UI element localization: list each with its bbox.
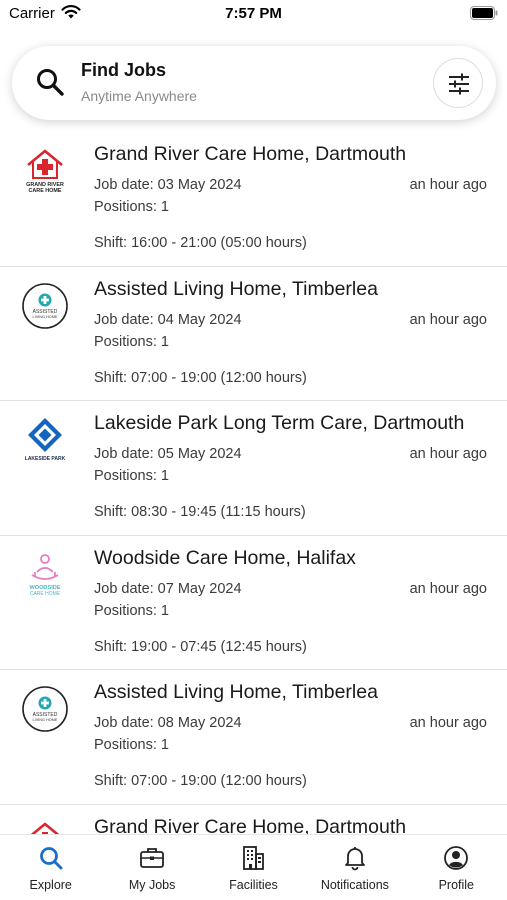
job-title: Grand River Care Home, Dartmouth (94, 143, 407, 165)
search-title: Find Jobs (81, 60, 166, 80)
job-positions: Positions: 1 (94, 199, 169, 215)
job-posted-time: an hour ago (409, 715, 487, 731)
building-icon (243, 846, 265, 870)
job-shift: Shift: 16:00 - 21:00 (05:00 hours) (94, 235, 307, 251)
tab-bar: Explore My Jobs Facilities Notifications (0, 834, 507, 900)
tab-explore[interactable]: Explore (0, 835, 101, 900)
sliders-icon (449, 73, 469, 95)
job-posted-time: an hour ago (409, 580, 487, 597)
job-card[interactable]: ASSISTED LIVING HOME Assisted Living Hom… (0, 267, 507, 401)
tab-my-jobs[interactable]: My Jobs (101, 835, 202, 900)
tab-label: Notifications (320, 878, 389, 892)
job-list[interactable]: GRAND RIVER CARE HOME Grand River Care H… (0, 132, 507, 834)
job-shift: Shift: 07:00 - 19:00 (12:00 hours) (94, 369, 307, 386)
briefcase-icon (140, 848, 164, 868)
job-title: Assisted Living Home, Timberlea (94, 681, 378, 703)
svg-text:LIVING HOME: LIVING HOME (33, 718, 58, 722)
lakeside-park-logo: LAKESIDE PARK (18, 413, 72, 467)
job-title: Lakeside Park Long Term Care, Dartmouth (94, 412, 465, 434)
job-card[interactable]: WOODSIDE CARE HOME Woodside Care Home, H… (0, 536, 507, 670)
job-card[interactable]: ASSISTED LIVING HOME Assisted Living Hom… (0, 670, 507, 805)
job-card[interactable]: LAKESIDE PARK Lakeside Park Long Term Ca… (0, 401, 507, 536)
tab-label: My Jobs (128, 878, 176, 892)
assisted-living-logo: ASSISTED LIVING HOME (18, 682, 72, 736)
job-card[interactable]: Grand River Care Home, Dartmouth (0, 805, 507, 835)
search-subtitle: Anytime Anywhere (81, 88, 197, 104)
job-date: Job date: 04 May 2024 (94, 311, 242, 328)
job-date: Job date: 08 May 2024 (94, 715, 242, 731)
battery-icon (470, 6, 498, 20)
job-shift: Shift: 07:00 - 19:00 (12:00 hours) (94, 773, 307, 789)
search-icon (37, 69, 64, 96)
search-icon (39, 847, 63, 870)
svg-text:CARE HOME: CARE HOME (29, 188, 62, 194)
job-shift: Shift: 19:00 - 07:45 (12:45 hours) (94, 638, 307, 655)
job-date: Job date: 03 May 2024 (94, 177, 242, 193)
job-date: Job date: 05 May 2024 (94, 446, 242, 462)
job-posted-time: an hour ago (409, 177, 487, 193)
bell-icon (344, 847, 365, 871)
job-positions: Positions: 1 (94, 468, 169, 484)
tab-label: Facilities (229, 878, 278, 892)
assisted-living-logo: ASSISTED LIVING HOME (18, 279, 72, 333)
job-positions: Positions: 1 (94, 602, 169, 619)
woodside-logo: WOODSIDE CARE HOME (18, 548, 72, 602)
job-title: Assisted Living Home, Timberlea (94, 277, 378, 300)
tab-profile[interactable]: Profile (406, 835, 507, 900)
grand-river-logo (18, 817, 72, 834)
job-posted-time: an hour ago (409, 446, 487, 462)
status-bar: Carrier 7:57 PM (0, 0, 507, 30)
job-title: Woodside Care Home, Halifax (94, 546, 356, 569)
job-title: Grand River Care Home, Dartmouth (94, 815, 407, 835)
job-posted-time: an hour ago (409, 311, 487, 328)
grand-river-logo: GRAND RIVER CARE HOME (18, 144, 72, 198)
filter-button[interactable] (433, 58, 483, 108)
job-positions: Positions: 1 (94, 333, 169, 350)
job-card[interactable]: GRAND RIVER CARE HOME Grand River Care H… (0, 132, 507, 267)
search-bar[interactable]: Find Jobs Anytime Anywhere (12, 46, 496, 120)
tab-label: Explore (29, 878, 72, 892)
svg-text:LIVING HOME: LIVING HOME (33, 315, 58, 319)
job-shift: Shift: 08:30 - 19:45 (11:15 hours) (94, 504, 306, 520)
svg-text:LAKESIDE PARK: LAKESIDE PARK (25, 456, 66, 462)
status-time: 7:57 PM (225, 5, 282, 22)
tab-notifications[interactable]: Notifications (304, 835, 405, 900)
job-positions: Positions: 1 (94, 737, 169, 753)
tab-facilities[interactable]: Facilities (203, 835, 304, 900)
tab-label: Profile (438, 878, 474, 892)
job-date: Job date: 07 May 2024 (94, 580, 242, 597)
svg-text:CARE HOME: CARE HOME (30, 591, 61, 597)
profile-icon (444, 846, 469, 870)
